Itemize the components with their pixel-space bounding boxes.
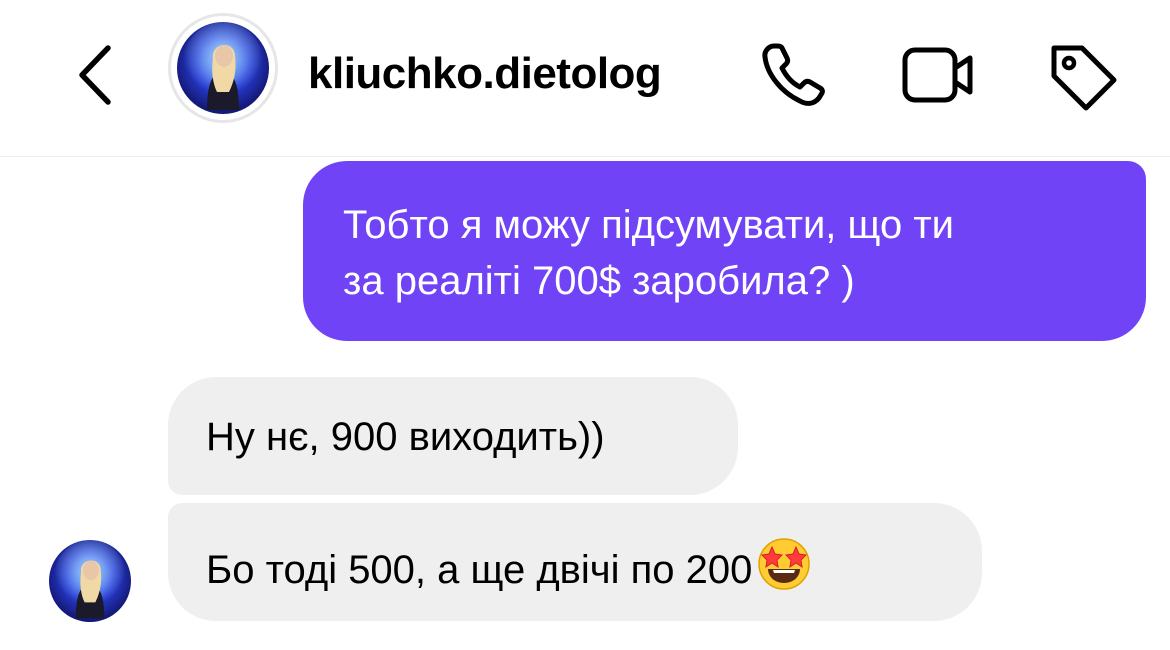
outgoing-message[interactable]: Тобто я можу підсумувати, що ти за реалі… <box>303 161 1146 341</box>
message-text: Бо тоді 500, а ще двічі по 200 <box>206 548 753 592</box>
message-text-line: Тобто я можу підсумувати, що ти <box>343 203 955 247</box>
chevron-left-icon <box>79 45 111 105</box>
message-text-line: за реаліті 700$ заробила? ) <box>343 259 855 303</box>
phone-icon <box>762 43 825 106</box>
sender-avatar[interactable] <box>49 540 131 622</box>
incoming-message[interactable]: Бо тоді 500, а ще двічі по 200 <box>168 503 982 621</box>
message-text: Ну нє, 900 виходить)) <box>206 415 605 459</box>
tag-icon <box>1051 45 1117 111</box>
video-call-button[interactable] <box>900 38 976 114</box>
profile-avatar[interactable] <box>168 13 278 123</box>
chat-header: kliuchko.dietolog <box>0 0 1170 157</box>
incoming-message[interactable]: Ну нє, 900 виходить)) <box>168 377 738 495</box>
avatar <box>49 540 131 622</box>
avatar <box>177 22 269 114</box>
back-button[interactable] <box>70 42 120 108</box>
call-button[interactable] <box>756 38 832 114</box>
video-camera-icon <box>902 47 973 103</box>
star-struck-emoji <box>758 538 811 590</box>
tag-button[interactable] <box>1044 38 1120 114</box>
chat-username[interactable]: kliuchko.dietolog <box>308 48 662 100</box>
